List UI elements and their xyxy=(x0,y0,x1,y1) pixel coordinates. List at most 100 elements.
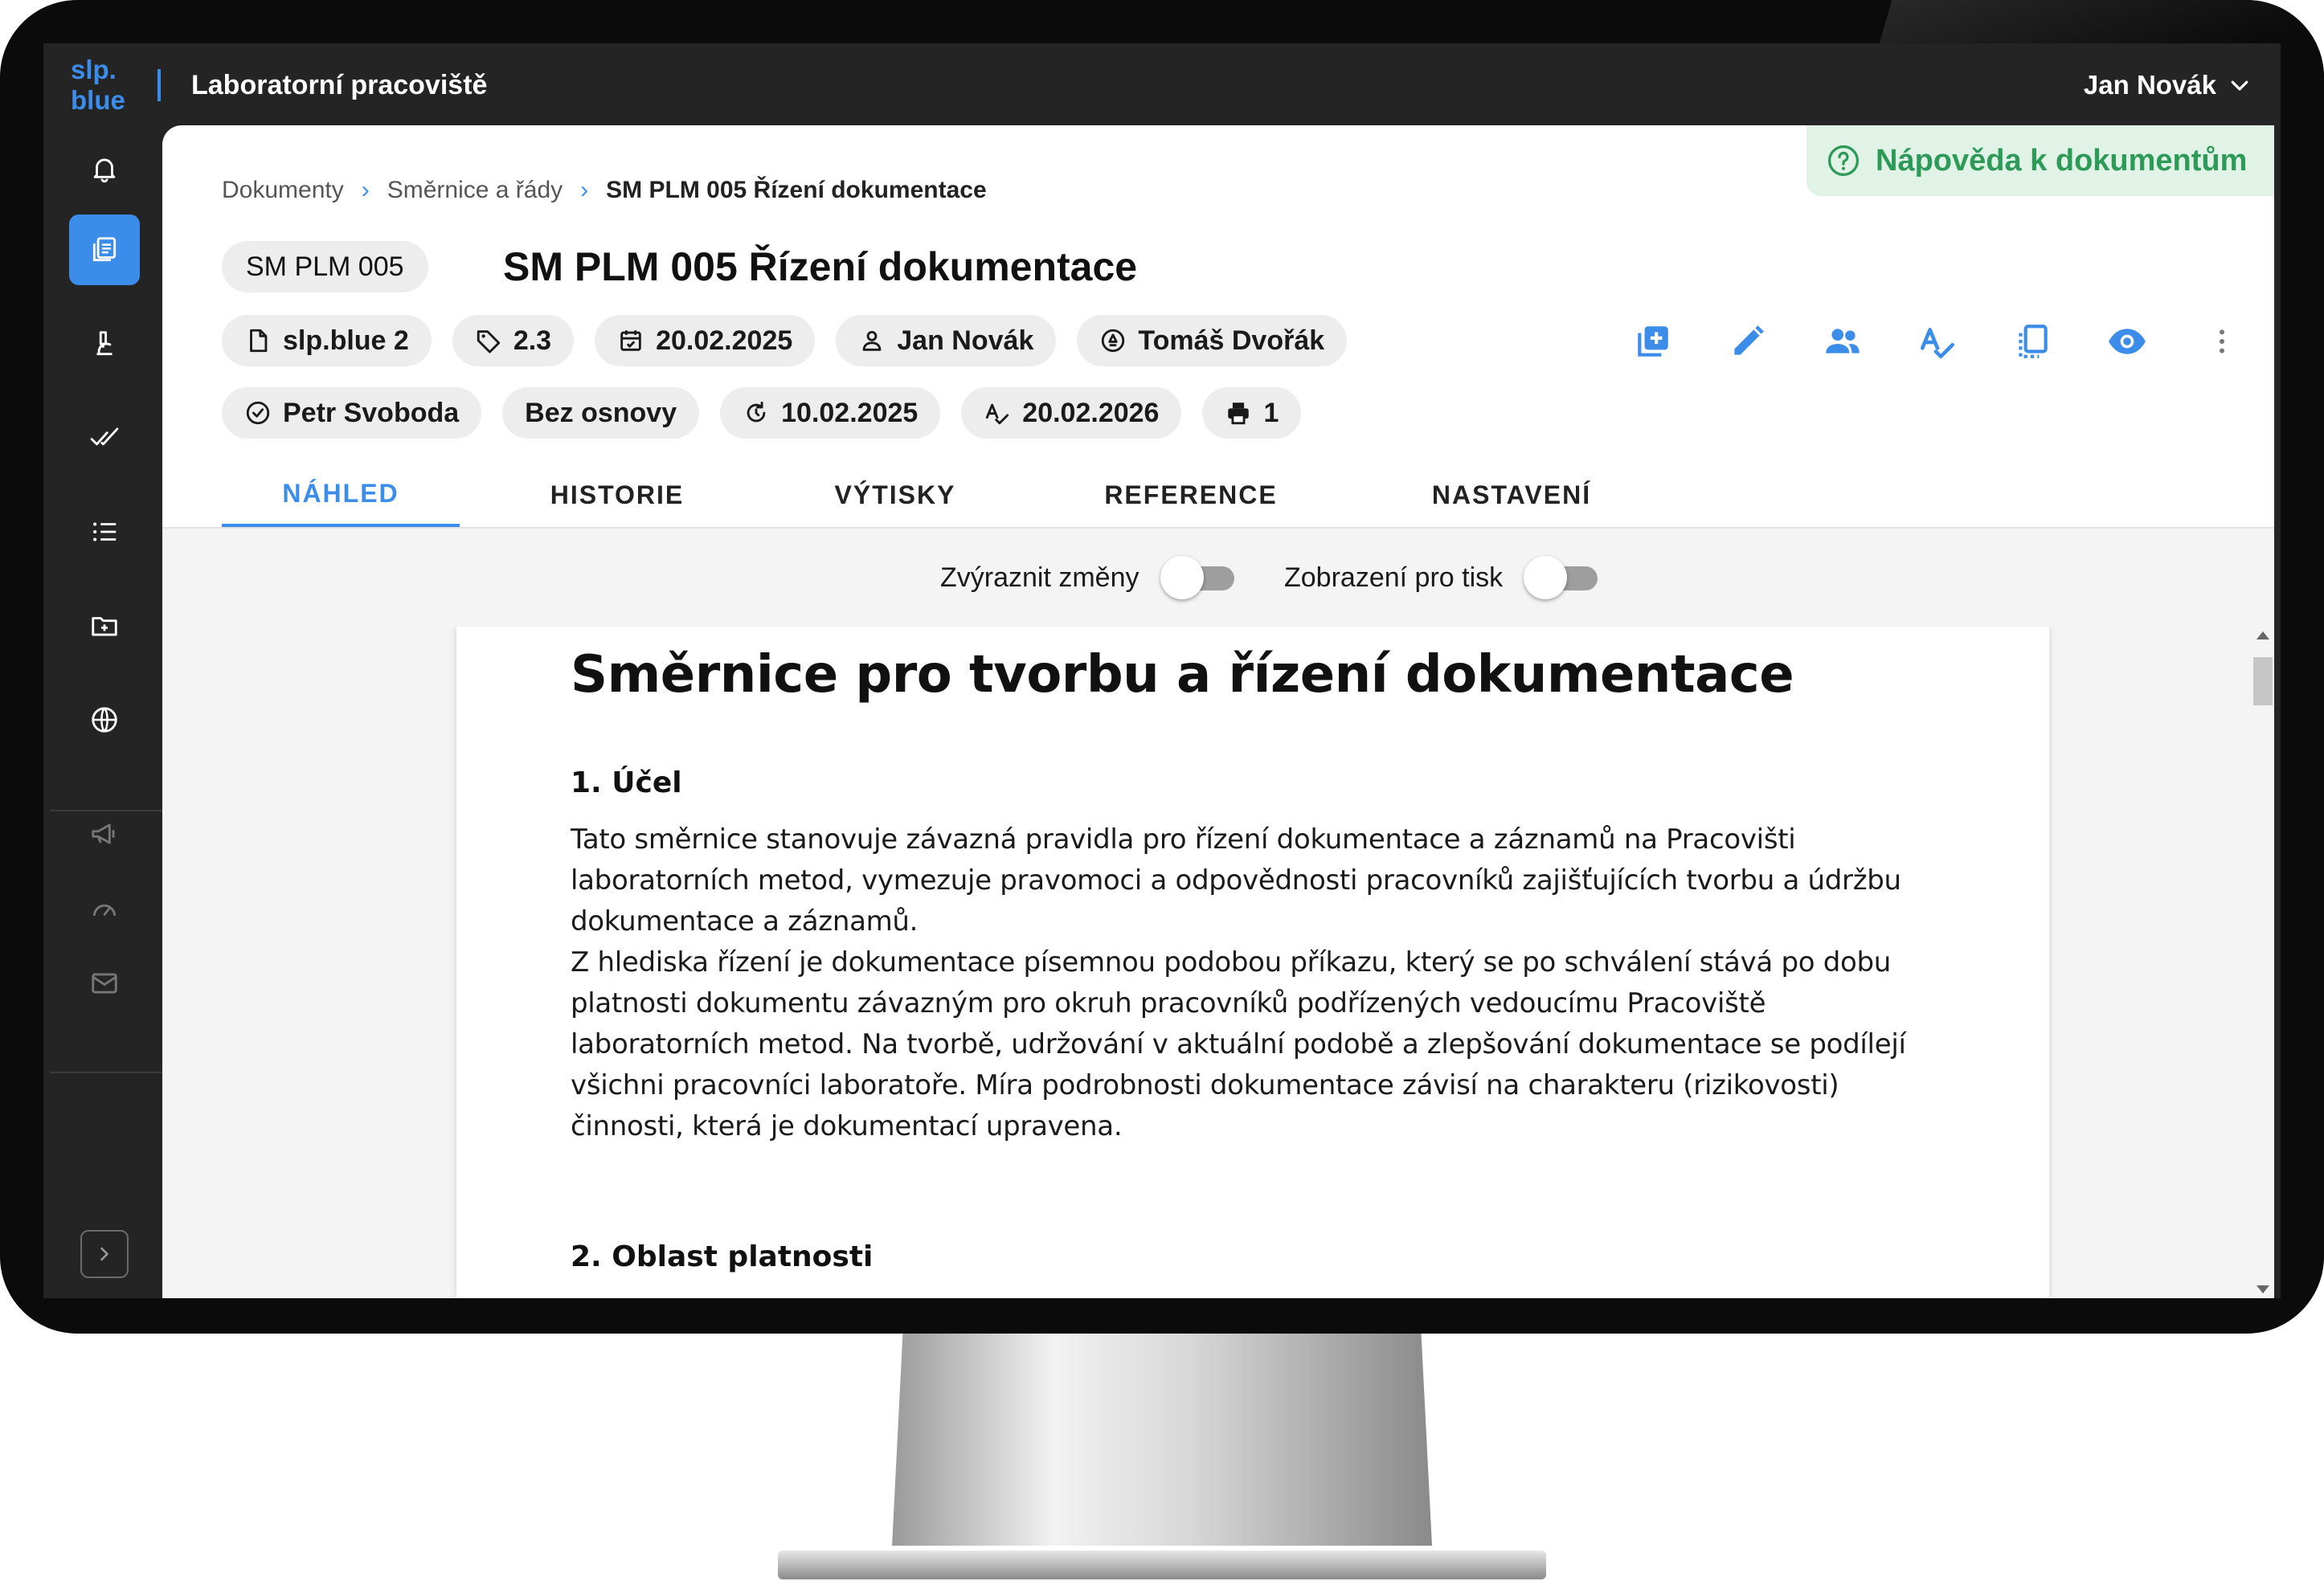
sidebar-item-messages[interactable] xyxy=(69,948,140,1019)
approval-icon xyxy=(1102,329,1125,353)
top-bar: slp. blue Laboratorní pracoviště Jan Nov… xyxy=(43,43,2281,125)
bell-icon xyxy=(93,158,116,183)
chevron-right-icon xyxy=(100,1247,108,1261)
breadcrumb-current: SM PLM 005 Řízení dokumentace xyxy=(606,177,987,203)
scroll-down-arrow[interactable] xyxy=(2256,1285,2269,1293)
highlight-changes-label: Zvýraznit změny xyxy=(940,562,1139,593)
printer-icon xyxy=(1228,402,1250,425)
people-icon xyxy=(1826,329,1860,353)
scroll-up-arrow[interactable] xyxy=(2256,631,2269,639)
add-document-button[interactable] xyxy=(1606,313,1700,370)
review-button[interactable] xyxy=(1890,313,1985,370)
scrollbar[interactable] xyxy=(2252,627,2274,1298)
sidebar-item-dashboard[interactable] xyxy=(69,874,140,945)
chevron-right-icon: › xyxy=(580,177,589,203)
sidebar-item-folders[interactable] xyxy=(69,590,140,661)
monitor-stand-base xyxy=(778,1550,1546,1579)
add-box-icon xyxy=(1638,326,1668,357)
megaphone-icon xyxy=(92,823,115,844)
file-icon xyxy=(250,329,268,353)
section-title: 2. Oblast platnosti xyxy=(571,1240,874,1273)
document-meta-row-2: Petr Svoboda Bez osnovy 10.02.2025 20.02… xyxy=(222,387,1302,439)
print-view-toggle[interactable] xyxy=(1524,556,1598,599)
user-menu[interactable]: Jan Novák xyxy=(2084,66,2252,104)
chevron-down-icon xyxy=(2231,80,2248,91)
copy-button[interactable] xyxy=(1985,313,2080,370)
meta-chip-author: Jan Novák xyxy=(836,315,1057,366)
sidebar-item-announcements[interactable] xyxy=(69,799,140,869)
document-preview-area[interactable]: Směrnice pro tvorbu a řízení dokumentace… xyxy=(162,627,2274,1298)
more-actions-button[interactable] xyxy=(2175,313,2269,370)
tab-settings[interactable]: NASTAVENÍ xyxy=(1366,463,1657,527)
spellcheck-icon xyxy=(986,403,1009,425)
person-icon xyxy=(862,330,882,351)
double-check-icon xyxy=(90,427,119,446)
logo-divider xyxy=(158,69,161,101)
tab-references[interactable]: REFERENCE xyxy=(1016,463,1366,527)
document-page: Směrnice pro tvorbu a řízení dokumentace… xyxy=(456,627,2049,1298)
users-button[interactable] xyxy=(1795,313,1890,370)
screen: slp. blue Laboratorní pracoviště Jan Nov… xyxy=(43,43,2281,1298)
sidebar-expand-button[interactable] xyxy=(80,1230,129,1278)
sidebar-divider xyxy=(50,1072,162,1073)
print-view-label: Zobrazení pro tisk xyxy=(1284,562,1504,593)
meta-chip-outline: Bez osnovy xyxy=(502,387,700,439)
meta-chip-created-date: 20.02.2025 xyxy=(595,315,816,366)
app-logo[interactable]: slp. blue xyxy=(71,55,143,116)
sidebar-item-web[interactable] xyxy=(69,684,140,755)
sidebar-item-laboratory[interactable] xyxy=(69,308,140,379)
preview-options-bar: Zvýraznit změny Zobrazení pro tisk xyxy=(162,529,2274,627)
sidebar-item-lists[interactable] xyxy=(69,496,140,567)
sidebar xyxy=(43,125,162,1298)
meta-chip-review-date: 20.02.2026 xyxy=(961,387,1182,439)
logo-line-1: slp. xyxy=(71,55,117,84)
app-title: Laboratorní pracoviště xyxy=(191,70,488,100)
toggle-knob xyxy=(1160,556,1204,599)
meta-chip-workspace: slp.blue 2 xyxy=(222,315,432,366)
toggle-knob xyxy=(1524,556,1568,599)
tab-history[interactable]: HISTORIE xyxy=(460,463,775,527)
tag-icon xyxy=(477,330,500,353)
more-vert-icon xyxy=(2220,329,2224,353)
section-title: 1. Účel xyxy=(571,766,682,799)
documents-icon xyxy=(92,237,117,262)
highlight-changes-toggle[interactable] xyxy=(1160,556,1234,599)
eye-icon xyxy=(2109,329,2146,354)
meta-chip-reviewer: Petr Svoboda xyxy=(222,387,482,439)
refresh-icon xyxy=(747,401,766,423)
meta-chip-copies: 1 xyxy=(1202,387,1302,439)
tab-preview[interactable]: NÁHLED xyxy=(222,463,460,527)
print-view-option: Zobrazení pro tisk xyxy=(1284,556,1598,599)
folder-add-icon xyxy=(92,617,117,636)
user-name: Jan Novák xyxy=(2083,70,2216,100)
meta-chip-approver: Tomáš Dvořák xyxy=(1077,315,1348,366)
section-paragraph: Tato směrnice stanovuje závazná pravidla… xyxy=(571,823,1906,1142)
check-circle-icon xyxy=(246,401,270,425)
mail-icon xyxy=(92,973,117,994)
document-heading: Směrnice pro tvorbu a řízení dokumentace xyxy=(571,645,1794,705)
main-panel: Nápověda k dokumentům Dokumenty › Směrni… xyxy=(162,125,2274,1298)
calendar-icon xyxy=(620,330,641,351)
chevron-right-icon: › xyxy=(361,177,370,203)
breadcrumb-item[interactable]: Dokumenty xyxy=(222,177,344,204)
scroll-thumb[interactable] xyxy=(2253,657,2273,705)
help-circle-icon xyxy=(1827,145,1860,177)
meta-chip-version: 2.3 xyxy=(452,315,575,366)
document-tabs: NÁHLED HISTORIE VÝTISKY REFERENCE NASTAV… xyxy=(222,463,1657,527)
tab-copies[interactable]: VÝTISKY xyxy=(775,463,1016,527)
microscope-icon xyxy=(96,331,113,356)
logo-line-2: blue xyxy=(71,85,125,115)
highlight-changes-option: Zvýraznit změny xyxy=(940,556,1234,599)
help-button[interactable]: Nápověda k dokumentům xyxy=(1806,125,2274,196)
sidebar-item-notifications[interactable] xyxy=(69,133,140,204)
globe-icon xyxy=(92,707,117,733)
sidebar-item-documents[interactable] xyxy=(69,214,140,285)
sidebar-item-approvals[interactable] xyxy=(69,402,140,473)
spellcheck-icon xyxy=(1920,328,1955,359)
edit-button[interactable] xyxy=(1700,313,1795,370)
speedometer-icon xyxy=(92,904,117,917)
preview-button[interactable] xyxy=(2080,313,2175,370)
breadcrumb-item[interactable]: Směrnice a řády xyxy=(387,177,563,204)
breadcrumb: Dokumenty › Směrnice a řády › SM PLM 005… xyxy=(222,177,987,204)
list-icon xyxy=(93,522,117,541)
